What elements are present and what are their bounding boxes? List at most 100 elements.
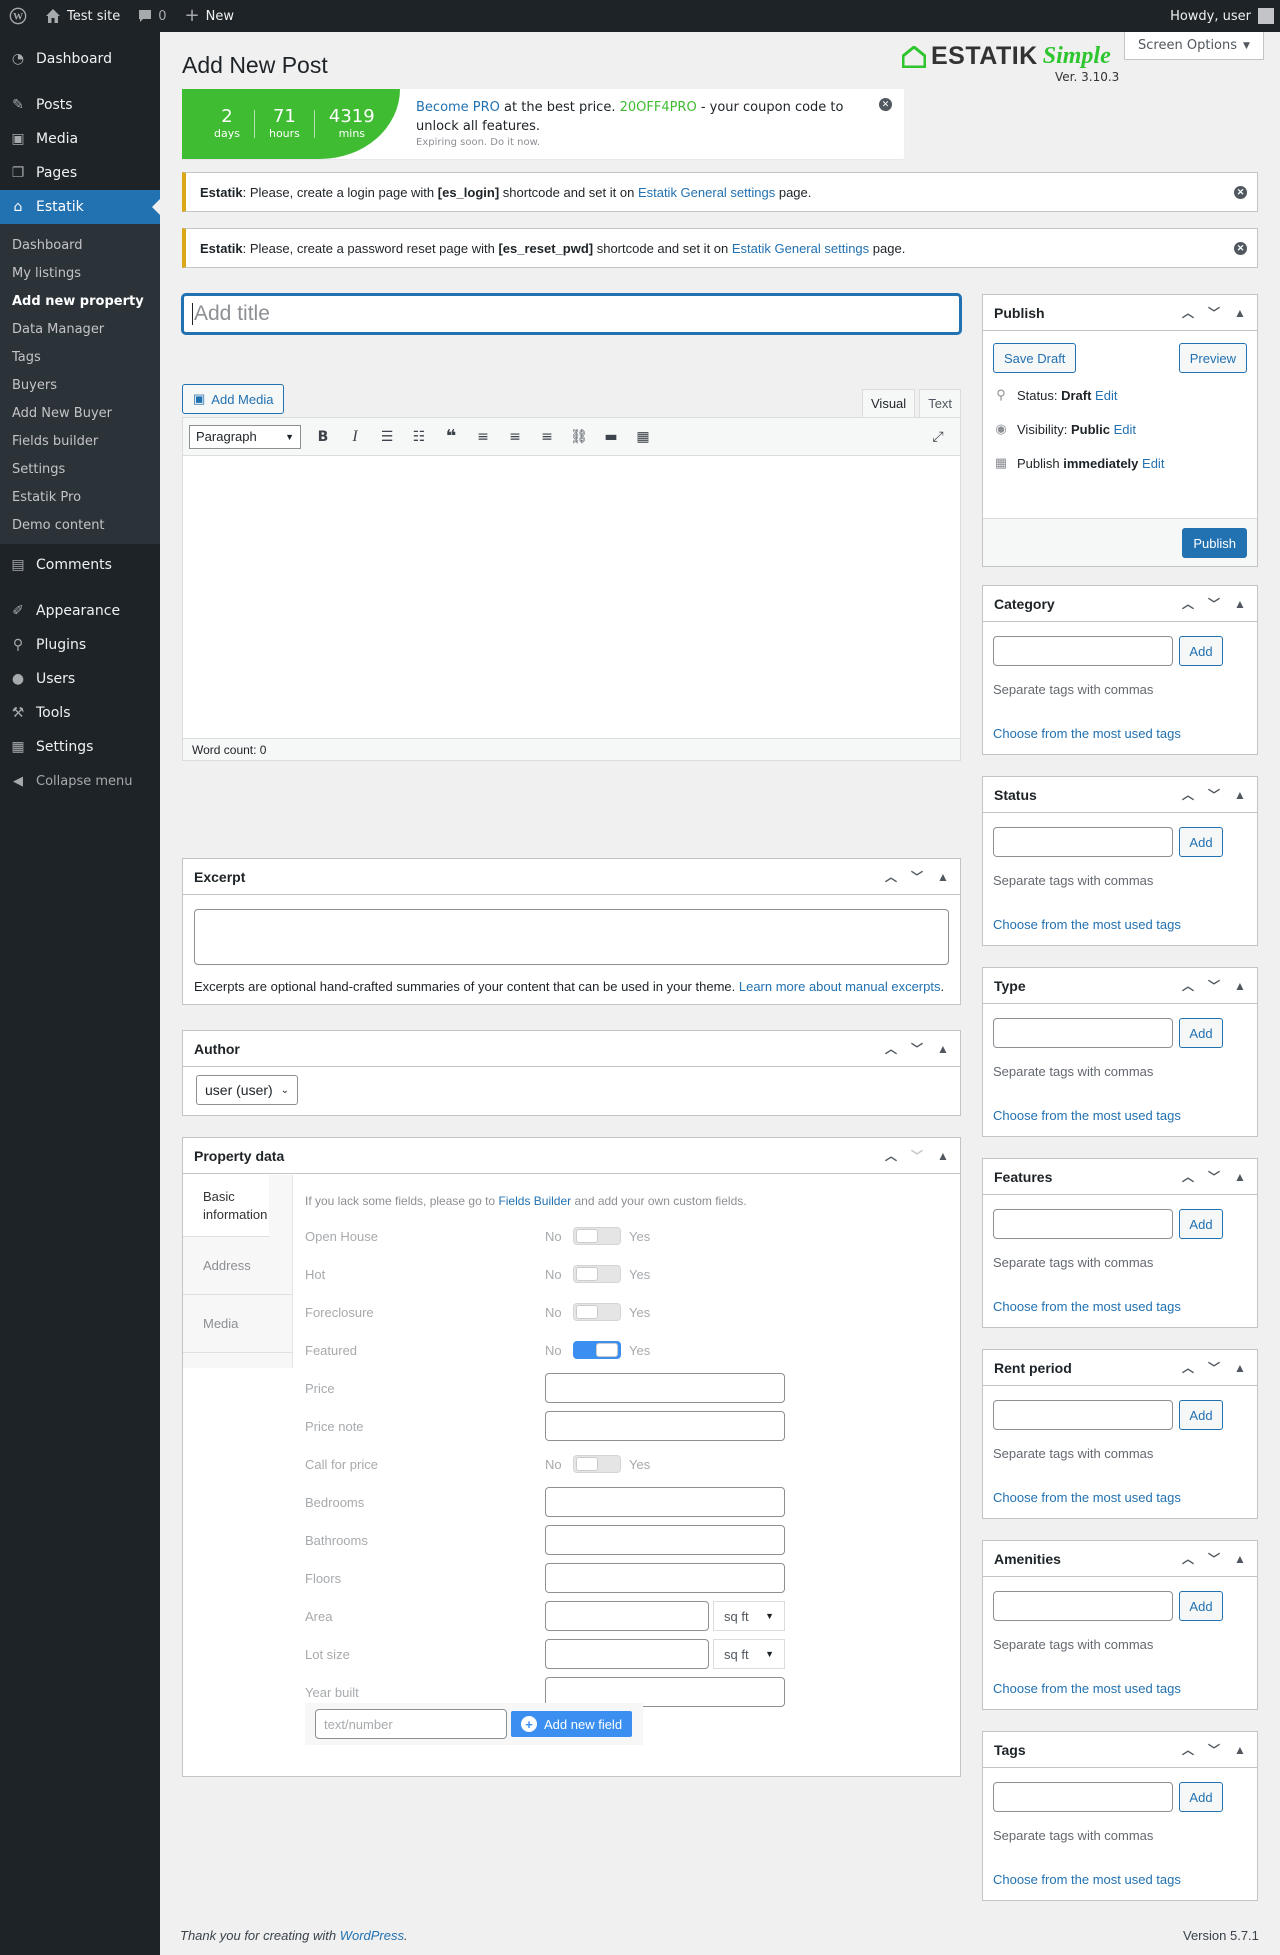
hot-toggle[interactable] [573,1265,621,1283]
add-tag-button[interactable]: Add [1179,1591,1223,1621]
price-note-input[interactable] [545,1411,785,1441]
add-new-field-button[interactable]: + Add new field [511,1711,633,1737]
move-up-icon[interactable]: ︿ [1179,786,1197,803]
edit-status-link[interactable]: Edit [1095,388,1117,403]
toolbar-toggle-icon[interactable]: ▦ [627,422,659,452]
menu-users[interactable]: ● Users [0,662,160,696]
move-up-icon[interactable]: ︿ [1179,1550,1197,1567]
move-down-icon[interactable]: ﹀ [1205,1550,1223,1567]
most-used-tags-link[interactable]: Choose from the most used tags [993,1299,1181,1314]
menu-settings[interactable]: ▦ Settings [0,730,160,764]
dismiss-icon[interactable]: ✕ [1234,242,1247,255]
submenu-item[interactable]: Data Manager [0,315,160,343]
tab-text[interactable]: Text [919,389,962,418]
floors-input[interactable] [545,1563,785,1593]
fields-builder-link[interactable]: Fields Builder [498,1194,571,1208]
author-select[interactable]: user (user) ⌄ [196,1075,298,1105]
menu-tools[interactable]: ⚒ Tools [0,696,160,730]
notice-settings-link[interactable]: Estatik General settings [732,241,869,256]
dismiss-icon[interactable]: ✕ [1234,186,1247,199]
format-select[interactable]: Paragraph ▼ [189,424,301,449]
move-down-icon[interactable]: ﹀ [908,1147,926,1164]
align-right-icon[interactable]: ≡ [531,422,563,452]
add-tag-button[interactable]: Add [1179,1209,1223,1239]
add-tag-button[interactable]: Add [1179,1018,1223,1048]
screen-options-button[interactable]: Screen Options ▼ [1124,32,1264,60]
move-down-icon[interactable]: ﹀ [908,868,926,885]
submenu-item-current[interactable]: Add new property [0,287,160,315]
bold-icon[interactable]: B [307,422,339,452]
excerpt-learn-more-link[interactable]: Learn more about manual excerpts [739,979,941,994]
add-tag-button[interactable]: Add [1179,827,1223,857]
price-input[interactable] [545,1373,785,1403]
submenu-item[interactable]: My listings [0,259,160,287]
menu-appearance[interactable]: ✐ Appearance [0,594,160,628]
excerpt-textarea[interactable] [194,909,949,965]
move-up-icon[interactable]: ︿ [1179,977,1197,994]
bathrooms-input[interactable] [545,1525,785,1555]
menu-dashboard[interactable]: ◔ Dashboard [0,42,160,76]
preview-button[interactable]: Preview [1178,343,1247,373]
new-tag-input[interactable] [993,1018,1173,1048]
most-used-tags-link[interactable]: Choose from the most used tags [993,1872,1181,1887]
become-pro-link[interactable]: Become PRO [416,100,500,115]
new-field-input[interactable]: text/number [315,1709,507,1739]
submenu-item[interactable]: Buyers [0,371,160,399]
toggle-panel-icon[interactable]: ▲ [1231,1361,1249,1375]
move-up-icon[interactable]: ︿ [1179,1168,1197,1185]
menu-posts[interactable]: ✎ Posts [0,88,160,122]
add-tag-button[interactable]: Add [1179,636,1223,666]
numbered-list-icon[interactable]: ☷ [403,422,435,452]
move-down-icon[interactable]: ﹀ [1205,1359,1223,1376]
tab-address[interactable]: Address [183,1237,293,1295]
toggle-panel-icon[interactable]: ▲ [1231,1170,1249,1184]
move-up-icon[interactable]: ︿ [1179,595,1197,612]
most-used-tags-link[interactable]: Choose from the most used tags [993,1108,1181,1123]
wordpress-link[interactable]: WordPress [340,1928,404,1943]
submenu-item[interactable]: Estatik Pro [0,483,160,511]
submenu-item[interactable]: Add New Buyer [0,399,160,427]
toggle-panel-icon[interactable]: ▲ [1231,979,1249,993]
most-used-tags-link[interactable]: Choose from the most used tags [993,726,1181,741]
comments-menu[interactable]: 0 [129,0,175,32]
link-icon[interactable]: ⛓ [563,422,595,452]
toggle-panel-icon[interactable]: ▲ [1231,788,1249,802]
submenu-item[interactable]: Tags [0,343,160,371]
move-down-icon[interactable]: ﹀ [1205,595,1223,612]
collapse-menu-button[interactable]: ◀ Collapse menu [0,764,160,798]
move-down-icon[interactable]: ﹀ [1205,786,1223,803]
align-left-icon[interactable]: ≡ [467,422,499,452]
notice-settings-link[interactable]: Estatik General settings [638,185,775,200]
publish-button[interactable]: Publish [1182,528,1247,558]
submenu-item[interactable]: Demo content [0,511,160,539]
read-more-icon[interactable]: ▬ [595,422,627,452]
featured-toggle[interactable] [573,1341,621,1359]
align-center-icon[interactable]: ≡ [499,422,531,452]
most-used-tags-link[interactable]: Choose from the most used tags [993,1490,1181,1505]
add-tag-button[interactable]: Add [1179,1400,1223,1430]
lot-size-input[interactable] [545,1639,709,1669]
toggle-panel-icon[interactable]: ▲ [934,1149,952,1163]
foreclosure-toggle[interactable] [573,1303,621,1321]
new-tag-input[interactable] [993,1591,1173,1621]
toggle-panel-icon[interactable]: ▲ [934,1042,952,1056]
area-unit-select[interactable]: sq ft ▼ [713,1601,785,1631]
move-down-icon[interactable]: ﹀ [1205,977,1223,994]
move-down-icon[interactable]: ﹀ [908,1040,926,1057]
post-title-input[interactable]: Add title [182,294,961,334]
submenu-item[interactable]: Dashboard [0,231,160,259]
lot-size-unit-select[interactable]: sq ft ▼ [713,1639,785,1669]
blockquote-icon[interactable]: ❝ [435,422,467,452]
submenu-item[interactable]: Settings [0,455,160,483]
toggle-panel-icon[interactable]: ▲ [1231,1743,1249,1757]
toggle-panel-icon[interactable]: ▲ [1231,306,1249,320]
move-up-icon[interactable]: ︿ [1179,1741,1197,1758]
move-up-icon[interactable]: ︿ [1179,304,1197,321]
add-media-button[interactable]: ▣ Add Media [182,384,285,414]
italic-icon[interactable]: I [339,422,371,452]
move-up-icon[interactable]: ︿ [882,868,900,885]
edit-schedule-link[interactable]: Edit [1142,456,1164,471]
menu-plugins[interactable]: ⚲ Plugins [0,628,160,662]
my-account-menu[interactable]: Howdy, user [1170,8,1280,24]
fullscreen-icon[interactable]: ⤢ [922,422,954,452]
